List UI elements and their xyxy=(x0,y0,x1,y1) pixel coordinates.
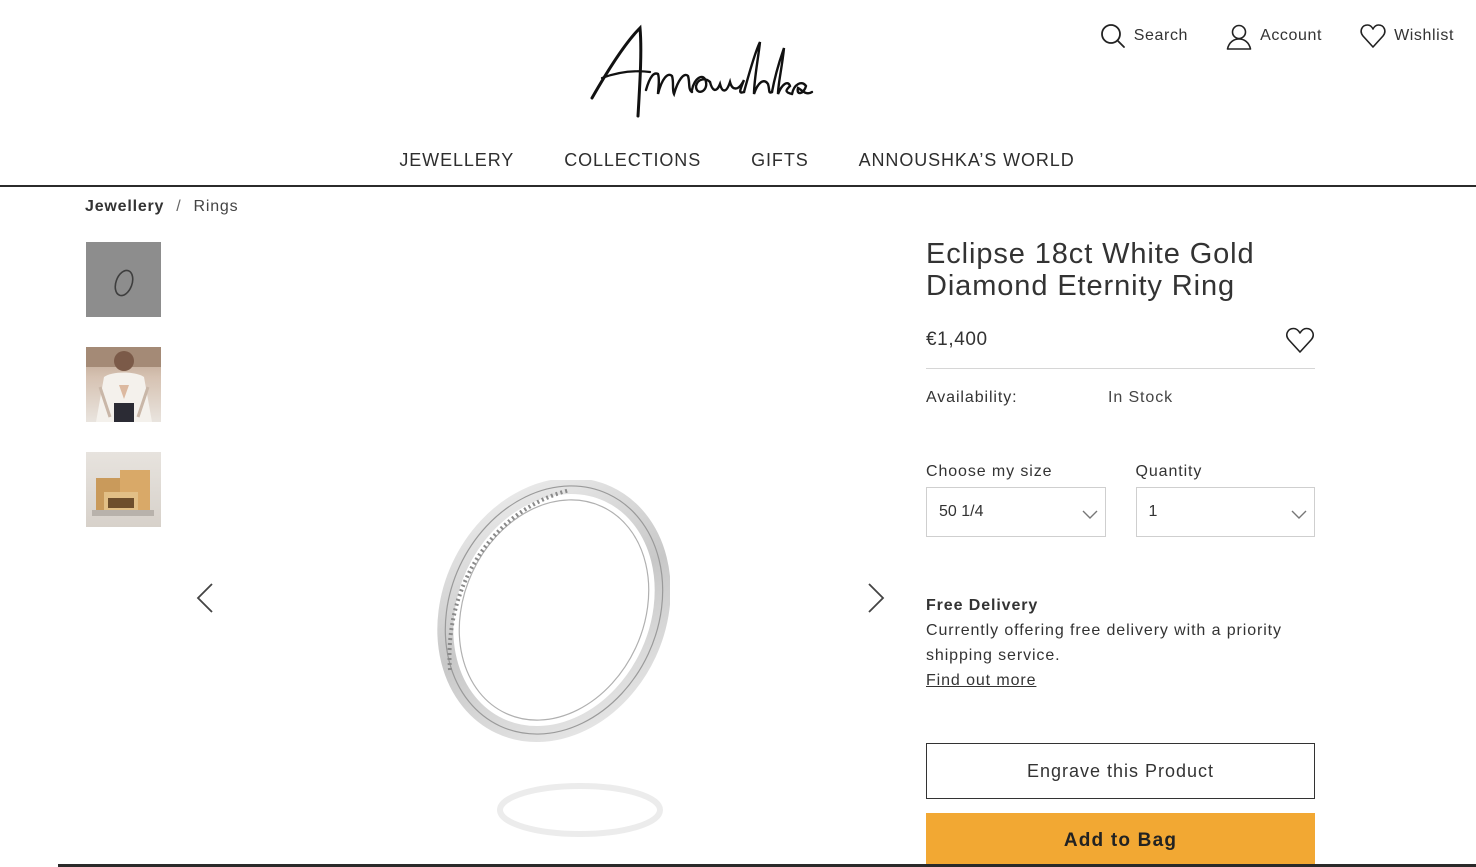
breadcrumb-jewellery[interactable]: Jewellery xyxy=(85,198,164,216)
model-thumbnail-image xyxy=(86,347,161,422)
thumbnail-ring[interactable] xyxy=(86,242,161,317)
quantity-select[interactable]: 1 xyxy=(1135,487,1315,537)
search-label: Search xyxy=(1133,27,1189,44)
size-value: 50 1/4 xyxy=(939,503,984,520)
packaging-thumbnail-image xyxy=(92,470,154,516)
prev-image-button[interactable] xyxy=(190,580,220,616)
utility-nav: Search Account Wishlist xyxy=(1100,22,1454,50)
thumbnail-list xyxy=(86,242,161,527)
size-select[interactable]: 50 1/4 xyxy=(926,487,1106,537)
selectors: Choose my size 50 1/4 Quantity 1 xyxy=(926,463,1315,537)
quantity-group: Quantity 1 xyxy=(1135,463,1315,537)
delivery-info: Free Delivery Currently offering free de… xyxy=(926,593,1315,693)
chevron-right-icon xyxy=(868,583,885,613)
availability-label: Availability: xyxy=(926,389,1018,406)
availability-row: Availability: In Stock xyxy=(926,389,1315,407)
brand-logo[interactable] xyxy=(588,20,814,120)
account-icon xyxy=(1226,24,1252,50)
ring-image xyxy=(437,480,670,837)
size-label: Choose my size xyxy=(926,463,1053,480)
nav-divider xyxy=(0,185,1476,187)
thumbnail-model[interactable] xyxy=(86,347,161,422)
chevron-down-icon xyxy=(1291,510,1307,519)
account-link[interactable]: Account xyxy=(1226,22,1322,50)
wishlist-label: Wishlist xyxy=(1394,27,1454,44)
breadcrumb: Jewellery / Rings xyxy=(85,198,238,216)
main-nav: JEWELLERY COLLECTIONS GIFTS ANNOUSHKA’S … xyxy=(0,150,1476,171)
account-label: Account xyxy=(1260,27,1323,44)
delivery-text: Currently offering free delivery with a … xyxy=(926,622,1282,664)
find-out-more-link[interactable]: Find out more xyxy=(926,668,1036,693)
product-title: Eclipse 18ct White Gold Diamond Eternity… xyxy=(926,238,1255,302)
breadcrumb-separator: / xyxy=(176,198,182,215)
product-info: Eclipse 18ct White Gold Diamond Eternity… xyxy=(926,238,1315,867)
breadcrumb-rings: Rings xyxy=(193,198,239,215)
search-link[interactable]: Search xyxy=(1100,22,1188,50)
add-to-bag-button[interactable]: Add to Bag xyxy=(926,813,1315,867)
nav-item-collections[interactable]: COLLECTIONS xyxy=(564,150,701,171)
next-image-button[interactable] xyxy=(861,580,891,616)
nav-item-annoushkas-world[interactable]: ANNOUSHKA’S WORLD xyxy=(859,150,1075,171)
nav-item-jewellery[interactable]: JEWELLERY xyxy=(399,150,514,171)
wishlist-link[interactable]: Wishlist xyxy=(1360,22,1454,50)
product-price: €1,400 xyxy=(926,329,988,350)
chevron-left-icon xyxy=(196,583,213,613)
search-icon xyxy=(1100,24,1125,48)
price-row: €1,400 xyxy=(926,326,1315,369)
delivery-title: Free Delivery xyxy=(926,597,1039,614)
annoushka-signature-logo xyxy=(590,24,814,118)
quantity-value: 1 xyxy=(1148,503,1158,520)
availability-value: In Stock xyxy=(1108,389,1174,406)
product-main-image xyxy=(190,230,895,867)
engrave-button[interactable]: Engrave this Product xyxy=(926,743,1315,799)
quantity-label: Quantity xyxy=(1135,463,1203,480)
heart-icon xyxy=(1360,24,1386,48)
ring-thumbnail-image xyxy=(114,269,134,297)
thumbnail-packaging[interactable] xyxy=(86,452,161,527)
add-to-wishlist-heart-icon[interactable] xyxy=(1285,326,1315,354)
nav-item-gifts[interactable]: GIFTS xyxy=(751,150,809,171)
size-group: Choose my size 50 1/4 xyxy=(926,463,1106,537)
chevron-down-icon xyxy=(1082,510,1097,519)
